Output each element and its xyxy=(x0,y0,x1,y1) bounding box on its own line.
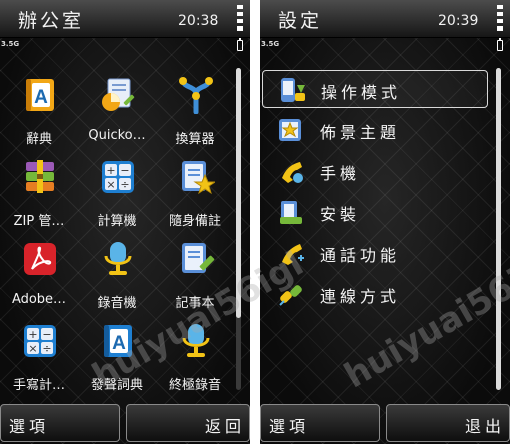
app-tile-converter[interactable]: 換算器 xyxy=(156,72,234,154)
adobe-reader-icon xyxy=(24,243,56,275)
exit-softkey[interactable]: 退出 xyxy=(386,404,510,442)
active-notes-icon xyxy=(182,161,215,195)
scrollbar[interactable] xyxy=(236,68,241,390)
svg-text:+: + xyxy=(28,328,37,341)
svg-text:÷: ÷ xyxy=(120,178,129,191)
profiles-icon xyxy=(281,78,305,102)
network-indicator: 3.5G xyxy=(1,40,20,48)
page-title: 辦公室 xyxy=(18,10,85,32)
settings-item-label: 安裝 xyxy=(320,205,361,224)
app-tile-dictionary[interactable]: A 辭典 xyxy=(0,72,78,154)
signal-strength-icon xyxy=(237,5,243,31)
settings-item-themes[interactable]: 佈景主題 xyxy=(262,111,488,149)
settings-screen: 設定 20:39 3.5G 操作模式 佈景主題 手機 安裝 通話功能 連線方式 … xyxy=(260,0,510,444)
office-screen: 辦公室 20:38 3.5G A 辭典 Quicko… 換算器 ZIP 管… +… xyxy=(0,0,250,444)
app-label: 隨身備註 xyxy=(168,214,221,229)
app-label: 錄音機 xyxy=(97,296,137,311)
settings-item-label: 操作模式 xyxy=(321,83,402,102)
installations-icon xyxy=(280,201,302,224)
app-label: 發聲詞典 xyxy=(90,378,143,393)
scrollbar-thumb[interactable] xyxy=(236,68,241,318)
talking-dictionary-icon: A xyxy=(104,325,132,357)
page-title: 設定 xyxy=(278,10,323,32)
zip-manager-icon xyxy=(26,160,54,193)
quickoffice-icon xyxy=(102,78,135,111)
settings-item-connectivity[interactable]: 連線方式 xyxy=(262,275,488,313)
scrollbar-thumb[interactable] xyxy=(496,68,501,390)
options-softkey[interactable]: 選項 xyxy=(260,404,380,442)
app-label: 終極錄音 xyxy=(168,378,221,393)
options-softkey[interactable]: 選項 xyxy=(0,404,120,442)
clock: 20:39 xyxy=(438,13,479,29)
app-tile-adobe-reader[interactable]: Adobe… xyxy=(0,236,78,318)
settings-item-installations[interactable]: 安裝 xyxy=(262,193,488,231)
dictionary-icon: A xyxy=(26,79,54,111)
signal-strength-icon xyxy=(497,5,503,31)
svg-text:A: A xyxy=(112,333,126,354)
recorder-icon xyxy=(104,242,132,275)
settings-item-profiles[interactable]: 操作模式 xyxy=(262,70,488,108)
clock: 20:38 xyxy=(178,13,219,29)
app-label: 計算機 xyxy=(97,214,137,229)
svg-text:×: × xyxy=(28,342,37,355)
ultimate-recorder-icon xyxy=(182,324,210,357)
app-tile-talking-dictionary[interactable]: A 發聲詞典 xyxy=(78,318,156,400)
app-tile-quickoffice[interactable]: Quicko… xyxy=(78,72,156,154)
themes-icon xyxy=(279,119,301,141)
app-label: 換算器 xyxy=(175,132,215,147)
phone-icon xyxy=(282,162,303,183)
scrollbar[interactable] xyxy=(496,68,501,390)
converter-icon xyxy=(179,77,213,114)
settings-item-label: 連線方式 xyxy=(320,287,401,306)
network-indicator: 3.5G xyxy=(261,40,280,48)
app-tile-recorder[interactable]: 錄音機 xyxy=(78,236,156,318)
calculator-icon: + − × ÷ xyxy=(102,161,134,193)
svg-text:−: − xyxy=(120,164,129,177)
notes-icon xyxy=(182,243,215,273)
settings-item-call-settings[interactable]: 通話功能 xyxy=(262,234,488,272)
battery-icon xyxy=(237,38,243,51)
svg-text:+: + xyxy=(106,164,115,177)
svg-text:×: × xyxy=(106,178,115,191)
svg-text:−: − xyxy=(42,328,51,341)
app-tile-handwriting-calculator[interactable]: + − × ÷ 手寫計… xyxy=(0,318,78,400)
settings-item-phone[interactable]: 手機 xyxy=(262,152,488,190)
handwriting-calculator-icon: + − × ÷ xyxy=(24,325,56,357)
app-label: ZIP 管… xyxy=(13,214,65,229)
call-settings-icon xyxy=(282,244,304,265)
back-softkey[interactable]: 返回 xyxy=(126,404,250,442)
connectivity-icon xyxy=(279,285,302,306)
app-tile-calculator[interactable]: + − × ÷ 計算機 xyxy=(78,154,156,236)
status-bar: 設定 20:39 xyxy=(260,0,510,38)
settings-item-label: 通話功能 xyxy=(320,246,401,265)
app-label: Quicko… xyxy=(88,128,146,143)
svg-text:÷: ÷ xyxy=(42,342,51,355)
svg-text:A: A xyxy=(34,87,48,108)
app-tile-ultimate-recorder[interactable]: 終極錄音 xyxy=(156,318,234,400)
app-tile-notes[interactable]: 記事本 xyxy=(156,236,234,318)
app-tile-active-notes[interactable]: 隨身備註 xyxy=(156,154,234,236)
settings-item-label: 佈景主題 xyxy=(320,123,401,142)
app-label: 記事本 xyxy=(175,296,215,311)
app-label: 手寫計… xyxy=(12,378,65,393)
settings-item-label: 手機 xyxy=(320,164,361,183)
battery-icon xyxy=(497,38,503,51)
app-tile-zip-manager[interactable]: ZIP 管… xyxy=(0,154,78,236)
app-label: 辭典 xyxy=(25,132,52,147)
status-bar: 辦公室 20:38 xyxy=(0,0,250,38)
app-label: Adobe… xyxy=(11,292,67,307)
